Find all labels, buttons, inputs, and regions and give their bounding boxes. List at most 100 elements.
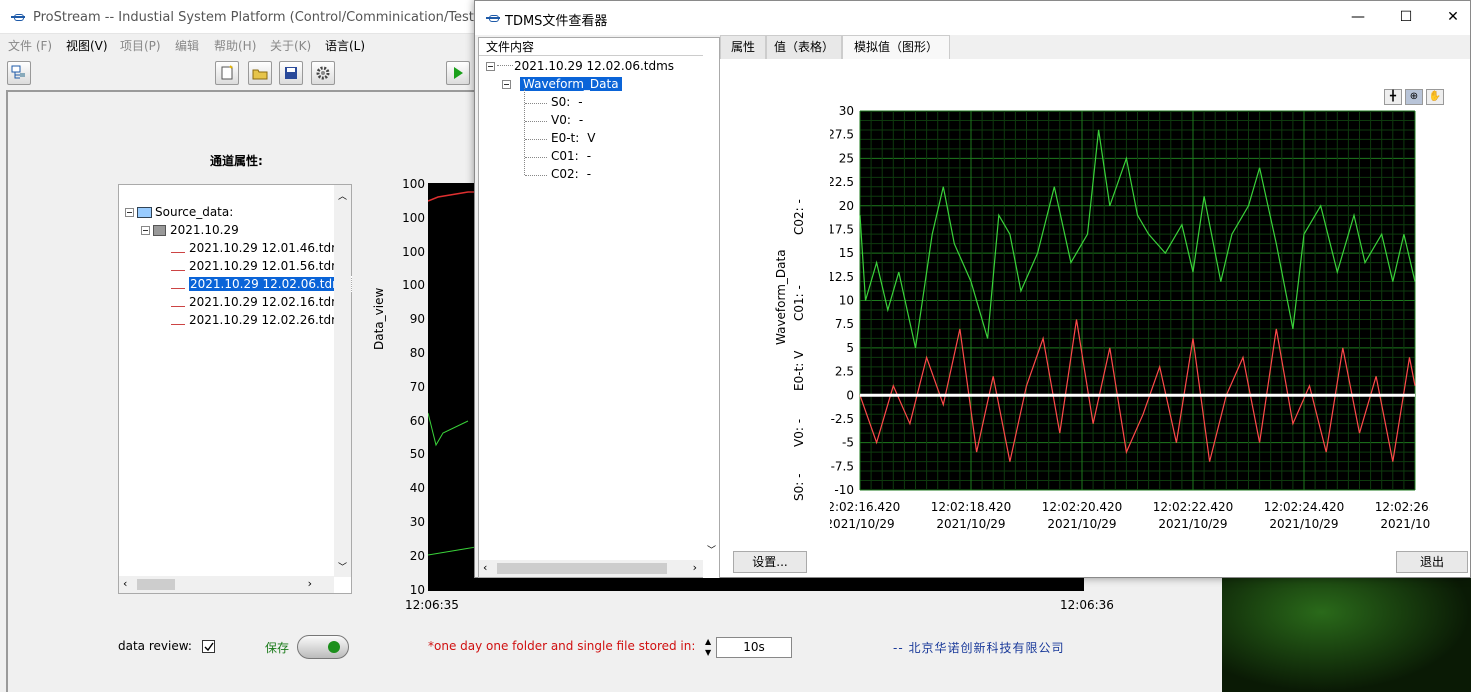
waveform-file-icon <box>171 299 185 307</box>
tree-folder[interactable]: 2021.10.29 <box>141 223 239 237</box>
spin-down-icon[interactable]: ▼ <box>705 648 711 657</box>
play-icon <box>454 67 463 79</box>
menu-project[interactable]: 项目(P) <box>120 37 161 54</box>
channel-node[interactable]: C02: - <box>551 167 591 181</box>
graph-channel-label: S0: - <box>792 473 806 501</box>
tree-root-label: Source_data: <box>155 205 234 219</box>
scroll-thumb[interactable] <box>497 563 667 574</box>
collapse-icon[interactable] <box>141 226 150 235</box>
scroll-right-icon[interactable]: › <box>693 561 697 574</box>
menu-help[interactable]: 帮助(H) <box>214 37 256 54</box>
channel-node[interactable]: S0: - <box>551 95 583 109</box>
menu-view[interactable]: 视图(V) <box>66 37 108 54</box>
app-icon <box>485 14 501 22</box>
tree-file[interactable]: 2021.10.29 12.01.56.tdms <box>171 259 349 273</box>
minimize-button[interactable]: — <box>1335 1 1381 33</box>
file-contents-panel[interactable]: 文件内容 2021.10.29 12.02.06.tdms Waveform_D… <box>478 37 720 578</box>
new-file-button[interactable] <box>215 61 239 85</box>
tree-file-label: 2021.10.29 12.02.26.tdms <box>189 313 350 327</box>
horizontal-scrollbar[interactable]: ‹ › <box>119 576 334 593</box>
tab-properties[interactable]: 属性 <box>720 35 766 59</box>
dataview-y-tick: 100 <box>402 278 425 293</box>
interval-spinner[interactable]: ▲ ▼ <box>705 637 715 657</box>
scroll-left-icon[interactable]: ‹ <box>483 561 487 574</box>
close-button[interactable]: ✕ <box>1430 1 1471 33</box>
maximize-button[interactable]: ☐ <box>1383 1 1429 33</box>
tdms-viewer-window: TDMS文件查看器 — ☐ ✕ 文件内容 2021.10.29 12.02.06… <box>474 0 1471 578</box>
settings-gear-button[interactable] <box>311 61 335 85</box>
graph-channel-label: V0: - <box>792 418 806 447</box>
y-tick-label: 27.5 <box>830 128 854 142</box>
horizontal-scrollbar[interactable]: ‹ › <box>479 560 703 577</box>
channel-node[interactable]: C01: - <box>551 149 591 163</box>
save-toggle-button[interactable] <box>297 635 349 659</box>
vertical-scrollbar[interactable]: ︿ ﹀ <box>334 185 351 577</box>
x-tick-time: 12:02:22.420 <box>1153 500 1234 514</box>
scroll-right-icon[interactable]: › <box>308 577 312 590</box>
x-tick-date: 2021/10/29 <box>936 517 1005 531</box>
x-tick-time: 12:02:16.420 <box>830 500 900 514</box>
menu-file[interactable]: 文件 (F) <box>8 37 52 54</box>
scroll-left-icon[interactable]: ‹ <box>123 577 127 590</box>
tree-root[interactable]: Source_data: <box>125 205 233 219</box>
scroll-thumb[interactable] <box>137 579 175 590</box>
tree-file-node[interactable]: 2021.10.29 12.02.06.tdms <box>486 59 674 73</box>
channel-properties-label: 通道属性: <box>210 154 263 168</box>
settings-button[interactable]: 设置... <box>733 551 807 573</box>
y-tick-label: 7.5 <box>835 317 854 331</box>
tree-file[interactable]: 2021.10.29 12.01.46.tdms <box>171 241 349 255</box>
x-tick-time: 12:02:24.420 <box>1264 500 1345 514</box>
y-tick-label: 22.5 <box>830 175 854 189</box>
project-tree-button[interactable] <box>7 61 31 85</box>
run-button[interactable] <box>446 61 470 85</box>
data-review-checkbox[interactable] <box>202 640 215 653</box>
save-disk-button[interactable] <box>279 61 303 85</box>
scroll-down-icon[interactable]: ﹀ <box>707 543 716 556</box>
channel-node[interactable]: V0: - <box>551 113 583 127</box>
tree-file-selected[interactable]: 2021.10.29 12.02.06.tdms <box>171 276 353 292</box>
channel-node[interactable]: E0-t: V <box>551 131 596 145</box>
collapse-icon[interactable] <box>502 80 511 89</box>
menu-edit[interactable]: 编辑 <box>175 37 199 54</box>
exit-button[interactable]: 退出 <box>1396 551 1468 573</box>
tree-file[interactable]: 2021.10.29 12.02.16.tdms <box>171 295 349 309</box>
scroll-down-icon[interactable]: ﹀ <box>338 560 347 573</box>
collapse-icon[interactable] <box>486 62 495 71</box>
title-bar: ProStream -- Industial System Platform (… <box>0 0 521 34</box>
y-tick-label: 5 <box>846 341 854 355</box>
new-file-icon <box>221 65 233 80</box>
checkmark-icon <box>204 642 214 652</box>
channel-name: C01: <box>551 149 579 163</box>
tree-connector <box>525 157 547 158</box>
graph-group-label: Waveform_Data <box>774 249 788 345</box>
x-tick-date: 2021/10/29 <box>1158 517 1227 531</box>
graph-channel-label: E0-t: V <box>792 350 806 391</box>
scroll-up-icon[interactable]: ︿ <box>338 189 347 202</box>
interval-input[interactable]: 10s <box>716 637 792 658</box>
source-tree[interactable]: Source_data: 2021.10.29 2021.10.29 12.01… <box>118 184 353 594</box>
vertical-scrollbar[interactable]: ﹀ <box>703 38 719 578</box>
dataview-y-tick: 50 <box>409 447 425 462</box>
spin-up-icon[interactable]: ▲ <box>705 637 711 646</box>
open-folder-button[interactable] <box>248 61 272 85</box>
menu-language[interactable]: 语言(L) <box>325 37 365 54</box>
menu-about[interactable]: 关于(K) <box>270 37 311 54</box>
tab-table[interactable]: 值（表格） <box>766 35 842 59</box>
tree-file[interactable]: 2021.10.29 12.02.26.tdms <box>171 313 349 327</box>
group-node-label: Waveform_Data <box>519 76 623 92</box>
dataview-y-tick: 100 <box>402 244 425 259</box>
graph-channel-label: C02: - <box>792 199 806 235</box>
channel-name: V0: <box>551 113 571 127</box>
collapse-icon[interactable] <box>125 208 134 217</box>
waveform-file-icon <box>171 263 185 271</box>
channel-unit: - <box>578 95 583 109</box>
tree-group-node[interactable]: Waveform_Data <box>502 76 623 92</box>
tab-graph[interactable]: 模拟值（图形） <box>842 35 950 61</box>
tree-connector <box>525 103 547 104</box>
data-review-label: data review: <box>118 639 192 653</box>
y-tick-label: 12.5 <box>830 270 854 284</box>
waveform-chart[interactable]: 30 27.5 25 22.5 20 17.5 15 12.5 10 7.5 5 2.5 0 -2.5 -5… <box>830 101 1430 531</box>
y-tick-label: -5 <box>842 436 854 450</box>
gear-icon <box>316 66 330 80</box>
title-bar: TDMS文件查看器 — ☐ ✕ <box>475 1 1470 35</box>
